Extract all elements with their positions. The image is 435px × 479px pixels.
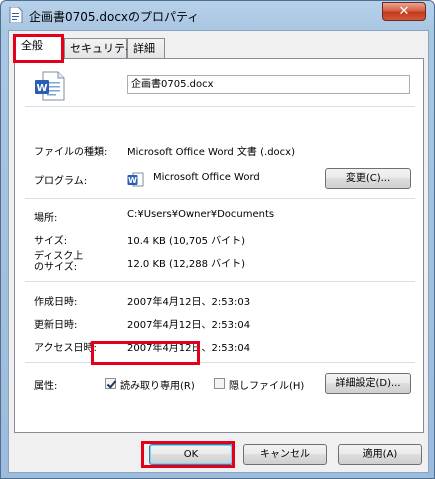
size-value: 10.4 KB (10,705 バイト) bbox=[127, 236, 246, 247]
ok-button[interactable]: OK bbox=[149, 444, 233, 465]
advanced-attributes-button[interactable]: 詳細設定(D)... bbox=[325, 373, 411, 394]
title-bar[interactable]: 企画書0705.docxのプロパティ ✕ bbox=[1, 1, 434, 29]
tab-details-label: 詳細 bbox=[133, 42, 155, 55]
accessed-label: アクセス日時: bbox=[34, 343, 97, 354]
location-label: 場所: bbox=[34, 213, 58, 224]
separator bbox=[25, 362, 415, 364]
general-panel: W 企画書0705.docx ファイルの種類: Microsoft Office… bbox=[14, 58, 424, 433]
size-label: サイズ: bbox=[34, 236, 68, 247]
dialog-client-area: 全般 セキュリティ 詳細 W 企画書0705.docx ファイルの種類: Mic… bbox=[8, 30, 429, 473]
file-type-value: Microsoft Office Word 文書 (.docx) bbox=[127, 147, 295, 158]
tab-details[interactable]: 詳細 bbox=[127, 38, 165, 59]
readonly-checkbox-box[interactable] bbox=[105, 378, 116, 389]
cancel-button[interactable]: キャンセル bbox=[243, 444, 327, 465]
file-type-label: ファイルの種類: bbox=[34, 147, 108, 158]
modified-value: 2007年4月12日、2:53:04 bbox=[127, 320, 251, 331]
location-value: C:¥Users¥Owner¥Documents bbox=[127, 209, 275, 220]
word-document-icon: W bbox=[35, 71, 65, 101]
document-title-icon bbox=[9, 7, 23, 23]
svg-text:W: W bbox=[128, 176, 137, 185]
word-program-icon: W bbox=[127, 172, 144, 187]
modified-label: 更新日時: bbox=[34, 320, 78, 331]
hidden-checkbox-label[interactable]: 隠しファイル(H) bbox=[229, 377, 304, 392]
separator bbox=[25, 198, 415, 200]
accessed-value: 2007年4月12日、2:53:04 bbox=[127, 343, 251, 354]
size-on-disk-label-line2: のサイズ: bbox=[34, 262, 78, 273]
close-button[interactable]: ✕ bbox=[382, 2, 426, 21]
tab-general[interactable]: 全般 bbox=[15, 35, 64, 60]
size-on-disk-label-line1: ディスク上 bbox=[34, 251, 84, 262]
created-value: 2007年4月12日、2:53:03 bbox=[127, 297, 251, 308]
separator bbox=[25, 281, 415, 283]
close-icon: ✕ bbox=[398, 4, 410, 19]
tab-security[interactable]: セキュリティ bbox=[64, 38, 135, 59]
separator bbox=[25, 106, 415, 108]
tab-security-label: セキュリティ bbox=[70, 42, 136, 55]
change-program-button[interactable]: 変更(C)... bbox=[325, 168, 411, 189]
created-label: 作成日時: bbox=[34, 297, 78, 308]
size-on-disk-value: 12.0 KB (12,288 バイト) bbox=[127, 259, 246, 270]
program-value: Microsoft Office Word bbox=[153, 172, 260, 183]
properties-window: 企画書0705.docxのプロパティ ✕ 全般 セキュリティ 詳細 W 企画書0… bbox=[0, 0, 435, 479]
window-title: 企画書0705.docxのプロパティ bbox=[29, 10, 200, 24]
program-label: プログラム: bbox=[34, 176, 88, 187]
hidden-checkbox-box[interactable] bbox=[214, 378, 225, 389]
tab-general-label: 全般 bbox=[21, 39, 43, 52]
svg-text:W: W bbox=[36, 83, 47, 94]
readonly-checkbox-label[interactable]: 読み取り専用(R) bbox=[120, 377, 195, 392]
apply-button[interactable]: 適用(A) bbox=[338, 444, 422, 465]
file-name-field[interactable]: 企画書0705.docx bbox=[127, 75, 410, 94]
size-on-disk-label: ディスク上 のサイズ: bbox=[34, 251, 83, 273]
attributes-label: 属性: bbox=[34, 381, 58, 392]
